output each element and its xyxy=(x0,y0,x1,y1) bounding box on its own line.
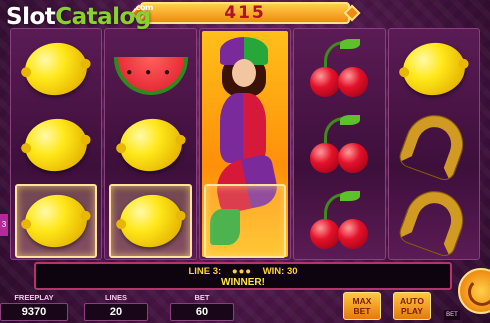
win-display: 415 xyxy=(140,2,350,24)
bet-counter: BET 60 xyxy=(170,293,234,321)
symbol-lemon xyxy=(15,108,97,182)
symbol-lemon-winning xyxy=(109,184,192,258)
lines-value[interactable]: 20 xyxy=(84,303,148,321)
payline-marker: 3 xyxy=(0,214,8,236)
winner-message: WINNER! xyxy=(221,277,265,288)
symbol-lemon-winning xyxy=(15,184,98,258)
symbol-lemon xyxy=(109,108,191,182)
symbol-lemon xyxy=(393,32,475,106)
reel-1 xyxy=(10,28,103,260)
symbol-jester-winning xyxy=(203,184,287,258)
horseshoe-icon xyxy=(397,184,471,258)
lemon-icon xyxy=(116,114,185,176)
symbol-watermelon: ● ● ● xyxy=(109,32,191,106)
line-symbols: ●●● xyxy=(231,266,253,277)
bet-tag: BET xyxy=(444,310,460,320)
lemon-icon xyxy=(21,114,91,176)
max-bet-button[interactable]: MAX BET xyxy=(343,292,381,320)
line-label: LINE 3: xyxy=(188,266,222,277)
symbol-cherry xyxy=(298,108,380,182)
status-bar: LINE 3: ●●● WIN: 30 WINNER! xyxy=(34,262,452,290)
auto-play-button[interactable]: AUTO PLAY xyxy=(393,292,431,320)
reel-area: ● ● ● xyxy=(10,28,481,260)
symbol-cherry xyxy=(298,184,380,258)
symbol-horseshoe xyxy=(393,108,475,182)
lemon-icon xyxy=(116,190,185,252)
horseshoe-icon xyxy=(397,108,471,182)
cherry-icon xyxy=(306,115,372,175)
lemon-icon xyxy=(21,38,91,100)
reel-3 xyxy=(198,28,292,260)
reel-5 xyxy=(387,28,481,260)
bet-label: BET xyxy=(194,293,210,302)
win-label: WIN: 30 xyxy=(262,266,298,277)
reel-4 xyxy=(293,28,386,260)
freeplay-value: 9370 xyxy=(0,303,68,321)
freeplay-counter: FREEPLAY 9370 xyxy=(0,293,68,321)
symbol-cherry xyxy=(298,32,380,106)
lemon-icon xyxy=(21,190,91,252)
watermelon-icon: ● ● ● xyxy=(113,57,188,95)
freeplay-label: FREEPLAY xyxy=(14,293,54,302)
lines-label: LINES xyxy=(104,293,128,302)
lemon-icon xyxy=(399,38,469,100)
cherry-icon xyxy=(306,39,372,99)
watermark-logo: SlotCatalog .com xyxy=(6,3,153,30)
cherry-icon xyxy=(306,191,372,251)
reel-2: ● ● ● xyxy=(104,28,197,260)
symbol-lemon xyxy=(15,32,97,106)
bet-value[interactable]: 60 xyxy=(170,303,234,321)
win-amount: 415 xyxy=(224,3,266,23)
symbol-horseshoe xyxy=(393,184,475,258)
lines-counter: LINES 20 xyxy=(84,293,148,321)
